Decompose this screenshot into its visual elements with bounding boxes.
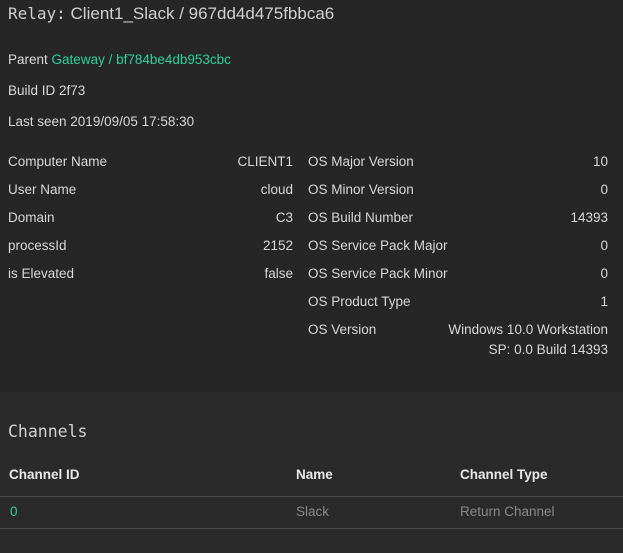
prop-computer-name: Computer Name CLIENT1 — [8, 152, 293, 172]
prop-value: 14393 — [570, 210, 608, 225]
prop-os-sp-minor: OS Service Pack Minor 0 — [308, 264, 608, 284]
prop-key: OS Version — [308, 322, 377, 337]
prop-key: Domain — [8, 210, 55, 225]
prop-key: OS Service Pack Minor — [308, 266, 448, 281]
column-header-name[interactable]: Name — [296, 467, 333, 482]
channels-title: Channels — [8, 422, 88, 441]
parent-gateway-link[interactable]: Gateway / bf784be4db953cbc — [52, 52, 231, 67]
prop-key: Computer Name — [8, 154, 108, 169]
last-seen: Last seen 2019/09/05 17:58:30 — [8, 114, 195, 129]
page-title: Relay: Client1_Slack / 967dd4d475fbbca6 — [8, 4, 334, 24]
prop-domain: Domain C3 — [8, 208, 293, 228]
prop-os-major-version: OS Major Version 10 — [308, 152, 608, 172]
prop-value-line2: SP: 0.0 Build 14393 — [488, 342, 608, 357]
prop-value-line1: Windows 10.0 Workstation — [448, 322, 608, 337]
prop-value: 0 — [600, 238, 608, 253]
prop-key: OS Service Pack Major — [308, 238, 448, 253]
channel-name-cell: Slack — [296, 504, 330, 519]
prop-os-version-value: Windows 10.0 Workstation SP: 0.0 Build 1… — [448, 320, 608, 360]
prop-value: cloud — [260, 182, 293, 197]
prop-is-elevated: is Elevated false — [8, 264, 293, 284]
row-divider — [0, 528, 623, 529]
prop-os-sp-major: OS Service Pack Major 0 — [308, 236, 608, 256]
prop-key: OS Build Number — [308, 210, 414, 225]
prop-value: CLIENT1 — [237, 154, 293, 169]
channel-id-cell[interactable]: 0 — [10, 504, 18, 519]
prop-key: OS Major Version — [308, 154, 414, 169]
build-id: Build ID 2f73 — [8, 83, 86, 98]
prop-value: 10 — [592, 154, 608, 169]
column-header-channel-type[interactable]: Channel Type — [460, 467, 548, 482]
header-divider — [0, 496, 623, 497]
prop-os-product-type: OS Product Type 1 — [308, 292, 608, 312]
prop-value: C3 — [275, 210, 293, 225]
prop-value: 0 — [600, 182, 608, 197]
parent-label: Parent — [8, 52, 48, 67]
prop-os-minor-version: OS Minor Version 0 — [308, 180, 608, 200]
prop-value: 0 — [600, 266, 608, 281]
prop-os-build-number: OS Build Number 14393 — [308, 208, 608, 228]
prop-value: 1 — [600, 294, 608, 309]
parent-info: Parent Gateway / bf784be4db953cbc — [8, 52, 231, 67]
prop-key: is Elevated — [8, 266, 75, 281]
prop-value: false — [264, 266, 293, 281]
prop-process-id: processId 2152 — [8, 236, 293, 256]
prop-key: OS Minor Version — [308, 182, 414, 197]
title-relay-name: Client1_Slack / 967dd4d475fbbca6 — [70, 4, 335, 23]
channels-section: Channels Channel ID Name Channel Type 0 … — [0, 392, 623, 553]
channel-type-cell: Return Channel — [460, 504, 555, 519]
prop-key: processId — [8, 238, 67, 253]
prop-value: 2152 — [262, 238, 293, 253]
column-header-channel-id[interactable]: Channel ID — [9, 467, 80, 482]
relay-details-panel: Relay: Client1_Slack / 967dd4d475fbbca6 … — [0, 0, 623, 392]
prop-user-name: User Name cloud — [8, 180, 293, 200]
prop-key: OS Product Type — [308, 294, 411, 309]
prop-key: User Name — [8, 182, 77, 197]
title-prefix: Relay: — [8, 4, 66, 23]
